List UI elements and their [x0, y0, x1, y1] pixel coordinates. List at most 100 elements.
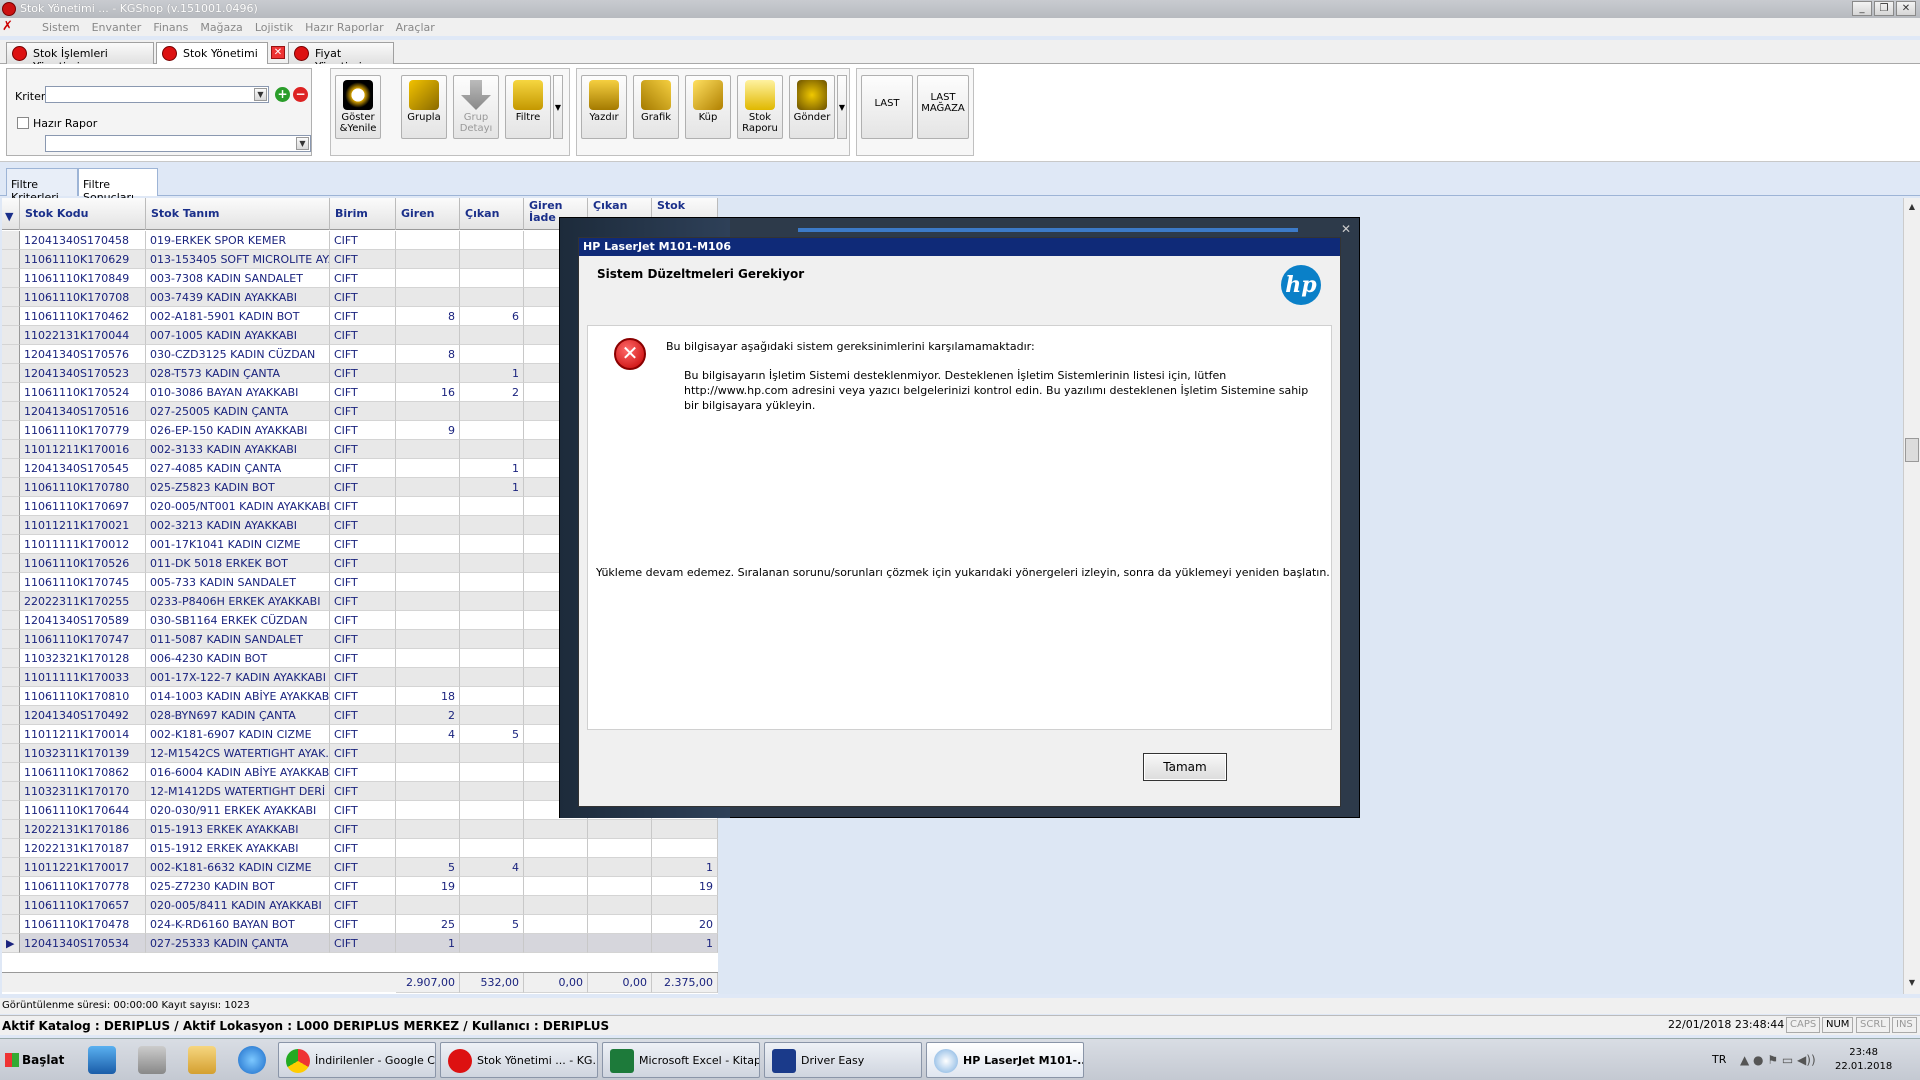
cell-giren[interactable] — [396, 668, 460, 687]
cell-stok-kodu[interactable]: 11032311K170170 — [20, 782, 146, 801]
cell-stok-tanim[interactable]: 013-153405 SOFT MICROLITE AYA... — [146, 250, 330, 269]
cell-giren-iade[interactable] — [524, 934, 588, 953]
cell-cikan[interactable] — [460, 782, 524, 801]
cell-giren[interactable]: 25 — [396, 915, 460, 934]
cell-giren[interactable] — [396, 288, 460, 307]
cell-giren[interactable] — [396, 326, 460, 345]
cell-birim[interactable]: CIFT — [330, 459, 396, 478]
cell-stok-tanim[interactable]: 011-DK 5018 ERKEK BOT — [146, 554, 330, 573]
row-indicator[interactable] — [2, 858, 20, 877]
tab-filtre-sonuclari[interactable]: Filtre Sonuçları — [78, 168, 158, 204]
cell-cikan[interactable] — [460, 516, 524, 535]
gonder-button[interactable]: Gönder — [789, 75, 835, 139]
row-indicator[interactable] — [2, 877, 20, 896]
cell-birim[interactable]: CIFT — [330, 535, 396, 554]
row-indicator[interactable] — [2, 269, 20, 288]
row-indicator[interactable] — [2, 288, 20, 307]
cell-stok[interactable]: 1 — [652, 934, 718, 953]
cell-giren[interactable] — [396, 516, 460, 535]
cell-stok-kodu[interactable]: 11032311K170139 — [20, 744, 146, 763]
cell-giren[interactable]: 2 — [396, 706, 460, 725]
row-indicator[interactable] — [2, 801, 20, 820]
menu-hazir-raporlar[interactable]: Hazır Raporlar — [305, 21, 384, 34]
cell-birim[interactable]: CIFT — [330, 573, 396, 592]
cell-stok-tanim[interactable]: 028-T573 KADIN ÇANTA — [146, 364, 330, 383]
chevron-down-icon[interactable]: ▼ — [254, 88, 267, 101]
cell-stok-kodu[interactable]: 11061110K170657 — [20, 896, 146, 915]
cell-stok-tanim[interactable]: 005-733 KADIN SANDALET — [146, 573, 330, 592]
header-indicator-icon[interactable]: ▼ — [2, 198, 20, 230]
cell-stok[interactable] — [652, 820, 718, 839]
cell-cikan[interactable]: 1 — [460, 364, 524, 383]
gonder-dropdown-icon[interactable]: ▼ — [837, 75, 847, 139]
cell-birim[interactable]: CIFT — [330, 516, 396, 535]
table-row[interactable]: 12022131K170187 015-1912 ERKEK AYAKKABI CI… — [2, 839, 718, 858]
cell-giren[interactable] — [396, 782, 460, 801]
cell-cikan[interactable] — [460, 820, 524, 839]
stok-raporu-button[interactable]: Stok Raporu — [737, 75, 783, 139]
cell-giren-iade[interactable] — [524, 858, 588, 877]
cell-giren[interactable] — [396, 630, 460, 649]
table-row[interactable]: 11061110K170478 024-K-RD6160 BAYAN BOT CIF… — [2, 915, 718, 934]
cell-stok-tanim[interactable]: 011-5087 KADIN SANDALET — [146, 630, 330, 649]
cell-birim[interactable]: CIFT — [330, 706, 396, 725]
cell-stok-tanim[interactable]: 019-ERKEK SPOR KEMER — [146, 231, 330, 250]
cell-stok-tanim[interactable]: 002-3213 KADIN AYAKKABI — [146, 516, 330, 535]
cell-giren[interactable] — [396, 820, 460, 839]
cell-birim[interactable]: CIFT — [330, 402, 396, 421]
cell-stok-tanim[interactable]: 001-17X-122-7 KADIN AYAKKABI — [146, 668, 330, 687]
cell-stok-kodu[interactable]: 12041340S170589 — [20, 611, 146, 630]
cell-cikan[interactable] — [460, 440, 524, 459]
cell-stok[interactable]: 1 — [652, 858, 718, 877]
row-indicator[interactable] — [2, 649, 20, 668]
table-row[interactable]: 11011221K170017 002-K181-6632 KADIN CIZME… — [2, 858, 718, 877]
row-indicator[interactable] — [2, 364, 20, 383]
row-indicator[interactable] — [2, 573, 20, 592]
cell-stok-tanim[interactable]: 030-SB1164 ERKEK CÜZDAN — [146, 611, 330, 630]
grup-detayi-button[interactable]: Grup Detayı — [453, 75, 499, 139]
task-excel[interactable]: Microsoft Excel - Kitap1 — [602, 1042, 760, 1078]
cell-stok-kodu[interactable]: 11061110K170644 — [20, 801, 146, 820]
folder-icon[interactable] — [188, 1046, 216, 1074]
cell-cikan[interactable]: 5 — [460, 725, 524, 744]
kup-button[interactable]: Küp — [685, 75, 731, 139]
cell-birim[interactable]: CIFT — [330, 592, 396, 611]
cell-cikan[interactable]: 6 — [460, 307, 524, 326]
cell-stok-tanim[interactable]: 002-A181-5901 KADIN BOT — [146, 307, 330, 326]
cell-birim[interactable]: CIFT — [330, 269, 396, 288]
cell-stok-kodu[interactable]: 11011111K170012 — [20, 535, 146, 554]
kriter-combo[interactable]: ▼ — [45, 86, 269, 103]
cell-cikan[interactable] — [460, 402, 524, 421]
cell-stok-kodu[interactable]: 12041340S170576 — [20, 345, 146, 364]
cell-birim[interactable]: CIFT — [330, 896, 396, 915]
cell-birim[interactable]: CIFT — [330, 668, 396, 687]
cell-birim[interactable]: CIFT — [330, 782, 396, 801]
close-icon[interactable]: ✕ — [1341, 222, 1351, 236]
computer-icon[interactable] — [138, 1046, 166, 1074]
tab-stok-islemleri[interactable]: Stok İşlemleri Yönetimi ... — [6, 42, 154, 73]
cell-giren[interactable]: 9 — [396, 421, 460, 440]
cell-stok-tanim[interactable]: 0233-P8406H ERKEK AYAKKABI — [146, 592, 330, 611]
cell-giren[interactable]: 5 — [396, 858, 460, 877]
cell-giren[interactable] — [396, 896, 460, 915]
cell-cikan[interactable] — [460, 649, 524, 668]
cell-stok-kodu[interactable]: 11061110K170862 — [20, 763, 146, 782]
cell-stok-tanim[interactable]: 016-6004 KADIN ABİYE AYAKKABI — [146, 763, 330, 782]
cell-stok-tanim[interactable]: 027-4085 KADIN ÇANTA — [146, 459, 330, 478]
scroll-up-icon[interactable]: ▲ — [1905, 200, 1919, 214]
row-indicator[interactable] — [2, 611, 20, 630]
cell-cikan[interactable] — [460, 592, 524, 611]
cell-giren-iade[interactable] — [524, 915, 588, 934]
cell-giren[interactable]: 16 — [396, 383, 460, 402]
row-indicator[interactable] — [2, 383, 20, 402]
table-row[interactable]: ▶ 12041340S170534 027-25333 KADIN ÇANTA CIF… — [2, 934, 718, 953]
cell-stok-kodu[interactable]: 11011211K170021 — [20, 516, 146, 535]
cell-giren[interactable] — [396, 459, 460, 478]
cell-giren[interactable] — [396, 649, 460, 668]
task-driver-easy[interactable]: Driver Easy — [764, 1042, 922, 1078]
cell-stok[interactable] — [652, 839, 718, 858]
row-indicator[interactable] — [2, 440, 20, 459]
cell-birim[interactable]: CIFT — [330, 820, 396, 839]
row-indicator[interactable] — [2, 668, 20, 687]
chevron-down-icon[interactable]: ▼ — [296, 137, 309, 150]
